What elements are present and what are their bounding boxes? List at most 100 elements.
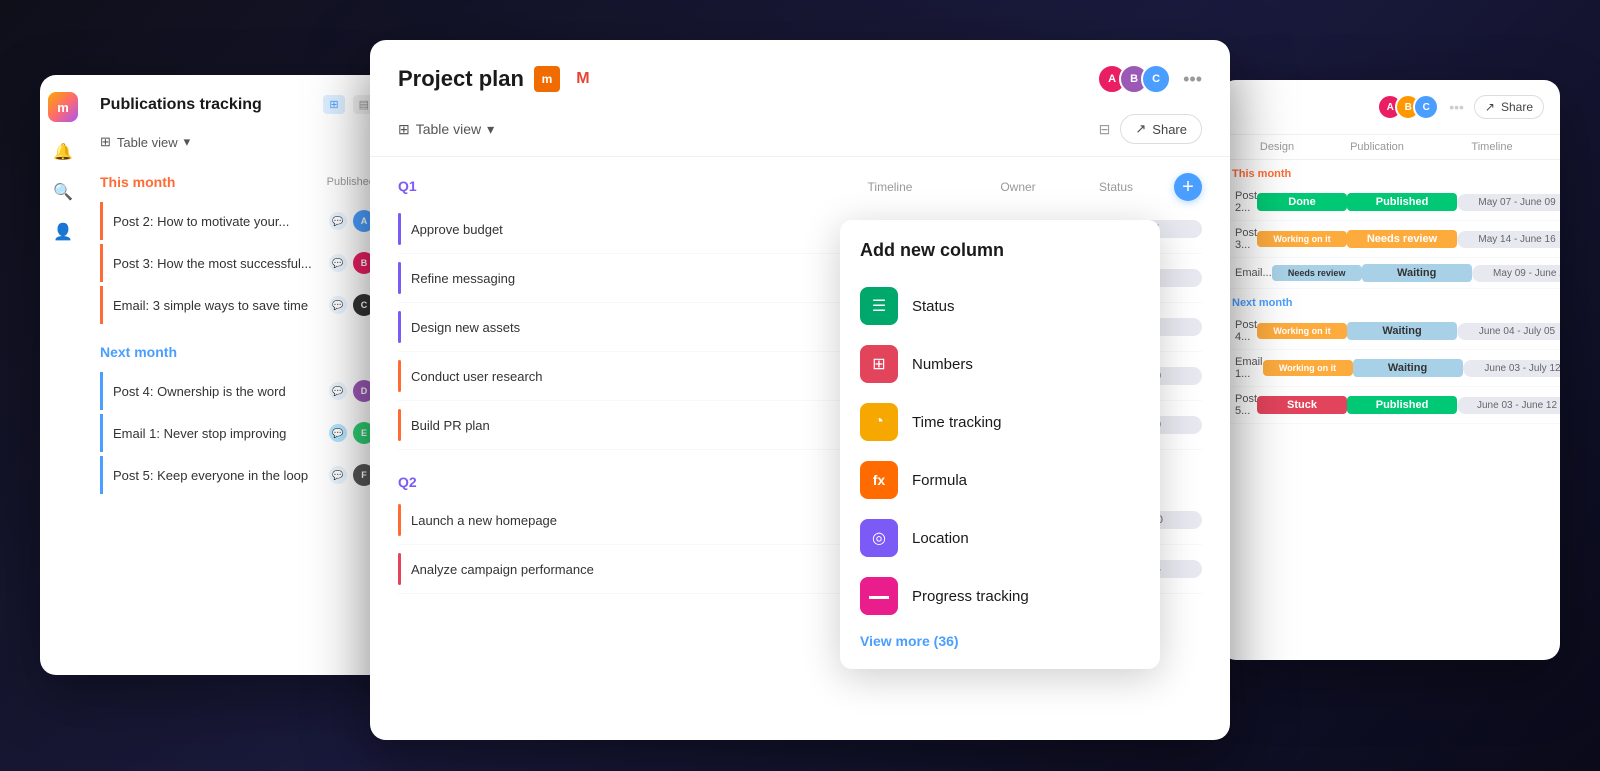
project-title: Project plan — [398, 66, 524, 92]
location-icon: ◎ — [860, 519, 898, 557]
chat-icon: 💬 — [329, 382, 347, 400]
chevron-icon: ▾ — [487, 121, 494, 138]
next-month-item-1[interactable]: Post 4: Ownership is the word 💬 D — [100, 372, 375, 410]
right-this-month-label: This month — [1220, 160, 1560, 184]
next-month-item-2[interactable]: Email 1: Never stop improving 💬 E — [100, 414, 375, 452]
design-col-header: Design — [1232, 141, 1322, 153]
left-panel: Publications tracking ⊞ ▤ ⊞ Table view ▾… — [40, 75, 395, 675]
this-month-item-2[interactable]: Post 3: How the most successful... 💬 B — [100, 244, 375, 282]
right-table-row[interactable]: Email 1... Working on it Waiting June 03… — [1220, 350, 1560, 387]
right-table-row[interactable]: Post 5... Stuck Published June 03 - June… — [1220, 387, 1560, 424]
add-column-button[interactable]: + — [1174, 173, 1202, 201]
dropdown-item-progress[interactable]: ▬▬ Progress tracking — [860, 567, 1140, 625]
sidebar-nav: m 🔔 🔍 👤 — [48, 80, 78, 254]
design-badge: Needs review — [1272, 265, 1362, 281]
this-month-item-3[interactable]: Email: 3 simple ways to save time 💬 C — [100, 286, 375, 324]
time-tracking-label: Time tracking — [912, 414, 1001, 431]
dropdown-item-numbers[interactable]: ⊞ Numbers — [860, 335, 1140, 393]
dropdown-item-location[interactable]: ◎ Location — [860, 509, 1140, 567]
table-view-label[interactable]: ⊞ Table view ▾ — [398, 121, 494, 138]
right-task-name: Post 2... — [1235, 190, 1257, 214]
chevron-down-icon: ▾ — [184, 134, 191, 150]
formula-label: Formula — [912, 472, 967, 489]
bell-icon[interactable]: 🔔 — [53, 142, 73, 162]
table-icon-btn[interactable]: ⊞ — [323, 95, 344, 114]
formula-icon: fx — [860, 461, 898, 499]
right-share-button[interactable]: ↗ Share — [1474, 95, 1544, 119]
design-badge: Working on it — [1257, 323, 1347, 339]
timeline-col-header: Timeline — [1432, 141, 1552, 153]
q1-label: Q1 — [398, 178, 417, 194]
right-more-options[interactable]: ••• — [1449, 99, 1464, 115]
chat-icon: 💬 — [329, 254, 347, 272]
publication-col-header: Publication — [1322, 141, 1432, 153]
main-panel-header: Project plan m M A B C ••• — [370, 40, 1230, 94]
chat-icon: 💬 — [329, 296, 347, 314]
project-title-row: Project plan m M — [398, 66, 596, 92]
app-logo: m — [48, 92, 78, 122]
dropdown-item-formula[interactable]: fx Formula — [860, 451, 1140, 509]
progress-label: Progress tracking — [912, 588, 1029, 605]
left-panel-icons: ⊞ ▤ — [323, 95, 375, 114]
design-badge: Working on it — [1263, 360, 1353, 376]
location-label: Location — [912, 530, 969, 547]
timeline-col-header: Timeline — [810, 180, 970, 194]
monday-integration-icon: m — [534, 66, 560, 92]
time-tracking-icon: ◔ — [860, 403, 898, 441]
gmail-integration-icon: M — [570, 66, 596, 92]
item-text: Post 3: How the most successful... — [113, 256, 321, 271]
table-icon: ⊞ — [100, 134, 111, 150]
chat-icon: 💬 — [329, 212, 347, 230]
task-bar — [398, 553, 401, 585]
right-table-row[interactable]: Email... Needs review Waiting May 09 - J… — [1220, 258, 1560, 289]
search-icon[interactable]: 🔍 — [53, 182, 73, 202]
this-month-header: This month Published — [100, 174, 375, 190]
progress-icon: ▬▬ — [860, 577, 898, 615]
publication-badge: Waiting — [1362, 264, 1472, 282]
item-text: Post 4: Ownership is the word — [113, 384, 321, 399]
item-icons: 💬 B — [329, 252, 375, 274]
right-panel: A B C ••• ↗ Share Design Publication Tim… — [1220, 80, 1560, 660]
table-icon: ⊞ — [398, 121, 410, 138]
right-table-header: Design Publication Timeline — [1220, 135, 1560, 160]
chat-icon: 💬 — [329, 424, 347, 442]
dropdown-item-time-tracking[interactable]: ◔ Time tracking — [860, 393, 1140, 451]
right-table-row[interactable]: Post 4... Working on it Waiting June 04 … — [1220, 313, 1560, 350]
right-table-row[interactable]: Post 2... Done Published May 07 - June 0… — [1220, 184, 1560, 221]
design-badge: Working on it — [1257, 231, 1347, 247]
right-avatars: A B C — [1377, 94, 1439, 120]
dropdown-title: Add new column — [860, 240, 1140, 261]
right-table-row[interactable]: Post 3... Working on it Needs review May… — [1220, 221, 1560, 258]
more-options-icon[interactable]: ••• — [1183, 69, 1202, 90]
header-right: A B C ••• — [1097, 64, 1202, 94]
right-next-month-label: Next month — [1220, 289, 1560, 313]
task-bar — [398, 409, 401, 441]
timeline-badge: June 03 - July 12 — [1463, 360, 1560, 377]
view-more-link[interactable]: View more (36) — [860, 633, 1140, 649]
this-month-label: This month — [100, 174, 175, 190]
task-bar — [398, 311, 401, 343]
timeline-badge: June 03 - June 12 — [1457, 397, 1560, 414]
task-bar — [398, 262, 401, 294]
share-icon: ↗ — [1135, 121, 1146, 137]
publication-badge: Published — [1347, 193, 1457, 211]
avatar-3: C — [1141, 64, 1171, 94]
next-month-label: Next month — [100, 344, 177, 360]
view-label: Table view — [117, 135, 178, 150]
right-task-name: Post 5... — [1235, 393, 1257, 417]
dropdown-item-status[interactable]: ☰ Status — [860, 277, 1140, 335]
view-selector[interactable]: ⊞ Table view ▾ — [100, 134, 375, 150]
this-month-item-1[interactable]: Post 2: How to motivate your... 💬 A — [100, 202, 375, 240]
status-label: Status — [912, 298, 955, 315]
owner-col-header: Owner — [978, 180, 1058, 194]
timeline-badge: May 09 - June 23 — [1472, 265, 1560, 282]
timeline-badge: May 07 - June 09 — [1457, 194, 1560, 211]
table-view-right: ⊟ ↗ Share — [1099, 114, 1202, 144]
this-month-section: This month Published Post 2: How to moti… — [100, 174, 375, 324]
left-panel-header: Publications tracking ⊞ ▤ — [100, 95, 375, 114]
filter-icon[interactable]: ⊟ — [1099, 121, 1111, 138]
share-button[interactable]: ↗ Share — [1120, 114, 1202, 144]
user-icon[interactable]: 👤 — [53, 222, 73, 242]
next-month-item-3[interactable]: Post 5: Keep everyone in the loop 💬 F — [100, 456, 375, 494]
task-bar — [398, 213, 401, 245]
